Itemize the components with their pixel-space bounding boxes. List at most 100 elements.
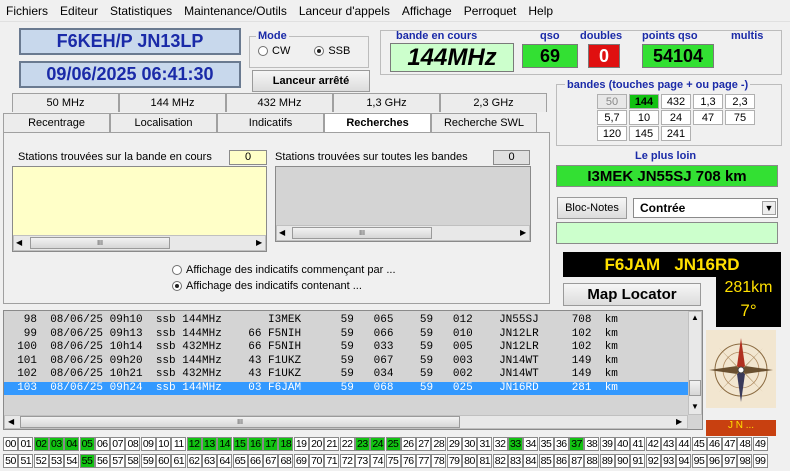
band-cell[interactable]: 75 — [725, 110, 755, 125]
locator-square[interactable]: 30 — [462, 437, 477, 451]
locator-square[interactable]: 94 — [676, 454, 692, 468]
mode-ssb-radio[interactable]: SSB — [314, 45, 350, 57]
locator-square[interactable]: 56 — [94, 454, 110, 468]
band-cell[interactable]: 47 — [693, 110, 723, 125]
locator-square[interactable]: 15 — [232, 437, 248, 451]
log-row[interactable]: 102 08/06/25 10h21 ssb 432MHz 43 F1UKZ 5… — [4, 368, 690, 381]
locator-square[interactable]: 45 — [691, 437, 707, 451]
locator-square[interactable]: 31 — [477, 437, 493, 451]
band-cell[interactable]: 24 — [661, 110, 691, 125]
locator-square[interactable]: 00 — [3, 437, 18, 451]
locator-square[interactable]: 29 — [446, 437, 462, 451]
locator-square[interactable]: 82 — [492, 454, 508, 468]
notes-field[interactable] — [556, 222, 778, 244]
locator-square[interactable]: 69 — [293, 454, 309, 468]
locator-square[interactable]: 49 — [752, 437, 768, 451]
locator-square[interactable]: 27 — [416, 437, 432, 451]
band-tab[interactable]: 2,3 GHz — [440, 93, 547, 112]
log-vscroll-thumb[interactable] — [689, 380, 701, 396]
log-row[interactable]: 103 08/06/25 09h24 ssb 144MHz 03 F6JAM 5… — [4, 381, 690, 395]
locator-square[interactable]: 05 — [79, 437, 95, 451]
scroll-right-arrow-icon[interactable]: ▶ — [676, 417, 682, 426]
function-tab[interactable]: Recentrage — [3, 113, 110, 132]
locator-square[interactable]: 32 — [492, 437, 508, 451]
menu-item[interactable]: Fichiers — [0, 4, 54, 18]
menu-item[interactable]: Lanceur d'appels — [293, 4, 396, 18]
function-tab[interactable]: Recherches — [324, 113, 431, 132]
locator-square[interactable]: 42 — [645, 437, 661, 451]
locator-square[interactable]: 89 — [599, 454, 615, 468]
band-cell[interactable]: 5,7 — [597, 110, 627, 125]
band-cell[interactable]: 10 — [629, 110, 659, 125]
locator-square[interactable]: 74 — [370, 454, 386, 468]
locator-square[interactable]: 35 — [538, 437, 554, 451]
log-row[interactable]: 98 08/06/25 09h10 ssb 144MHz I3MEK 59 06… — [4, 314, 690, 327]
locator-square[interactable]: 33 — [507, 437, 523, 451]
band-cell[interactable]: 50 — [597, 94, 627, 109]
locator-square[interactable]: 72 — [339, 454, 355, 468]
locator-square[interactable]: 04 — [64, 437, 80, 451]
locator-square[interactable]: 19 — [293, 437, 309, 451]
locator-square[interactable]: 41 — [630, 437, 646, 451]
locator-square[interactable]: 90 — [615, 454, 630, 468]
locator-square[interactable]: 22 — [339, 437, 355, 451]
locator-square[interactable]: 44 — [676, 437, 692, 451]
locator-square[interactable]: 85 — [538, 454, 554, 468]
opt-contain-radio[interactable]: Affichage des indicatifs contenant ... — [172, 280, 362, 292]
band-cell[interactable]: 144 — [629, 94, 659, 109]
locator-square[interactable]: 37 — [569, 437, 585, 451]
locator-square[interactable]: 81 — [477, 454, 493, 468]
band-cell[interactable]: 432 — [661, 94, 691, 109]
map-locator-button[interactable]: Map Locator — [563, 283, 701, 306]
band-tab[interactable]: 144 MHz — [119, 93, 226, 112]
locator-square[interactable]: 80 — [462, 454, 477, 468]
log-row[interactable]: 100 08/06/25 10h14 ssb 432MHz 66 F5NIH 5… — [4, 341, 690, 354]
locator-square[interactable]: 98 — [737, 454, 753, 468]
locator-square[interactable]: 11 — [171, 437, 187, 451]
launcher-button[interactable]: Lanceur arrêté — [252, 70, 370, 92]
locator-square[interactable]: 47 — [722, 437, 738, 451]
locator-square[interactable]: 16 — [247, 437, 263, 451]
locator-square[interactable]: 70 — [309, 454, 324, 468]
notes-button[interactable]: Bloc-Notes — [557, 197, 627, 219]
locator-square[interactable]: 61 — [171, 454, 187, 468]
scroll-left-arrow-icon[interactable]: ◀ — [279, 228, 285, 237]
locator-square[interactable]: 67 — [263, 454, 279, 468]
locator-square[interactable]: 18 — [278, 437, 294, 451]
locator-square[interactable]: 01 — [18, 437, 34, 451]
locator-square[interactable]: 76 — [400, 454, 416, 468]
menu-item[interactable]: Help — [522, 4, 559, 18]
locator-square[interactable]: 96 — [706, 454, 722, 468]
locator-square[interactable]: 03 — [48, 437, 64, 451]
locator-square[interactable]: 34 — [523, 437, 539, 451]
band-cell[interactable]: 241 — [661, 126, 691, 141]
locator-square[interactable]: 78 — [431, 454, 447, 468]
band-tab[interactable]: 50 MHz — [12, 93, 119, 112]
locator-square[interactable]: 09 — [140, 437, 156, 451]
locator-square[interactable]: 60 — [156, 454, 171, 468]
band-cell[interactable]: 2,3 — [725, 94, 755, 109]
locator-square[interactable]: 36 — [553, 437, 569, 451]
locator-square[interactable]: 02 — [33, 437, 49, 451]
locator-square[interactable]: 39 — [599, 437, 615, 451]
locator-square[interactable]: 58 — [125, 454, 141, 468]
locator-square[interactable]: 88 — [584, 454, 600, 468]
band-cell[interactable]: 145 — [629, 126, 659, 141]
locator-square[interactable]: 59 — [140, 454, 156, 468]
locator-square[interactable]: 46 — [706, 437, 722, 451]
locator-square[interactable]: 66 — [247, 454, 263, 468]
locator-square[interactable]: 64 — [217, 454, 233, 468]
locator-square[interactable]: 38 — [584, 437, 600, 451]
scroll-up-arrow-icon[interactable]: ▲ — [691, 313, 699, 322]
locator-square[interactable]: 86 — [553, 454, 569, 468]
scroll-thumb[interactable]: III — [292, 227, 432, 239]
scroll-right-arrow-icon[interactable]: ▶ — [520, 228, 526, 237]
log-row[interactable]: 99 08/06/25 09h13 ssb 144MHz 66 F5NIH 59… — [4, 328, 690, 341]
log-vscrollbar[interactable] — [688, 311, 702, 415]
country-select[interactable]: Contrée — [633, 198, 778, 218]
function-tab[interactable]: Indicatifs — [217, 113, 324, 132]
locator-square[interactable]: 77 — [416, 454, 432, 468]
locator-square[interactable]: 26 — [400, 437, 416, 451]
locator-square[interactable]: 20 — [309, 437, 324, 451]
scroll-left-arrow-icon[interactable]: ◀ — [8, 417, 14, 426]
